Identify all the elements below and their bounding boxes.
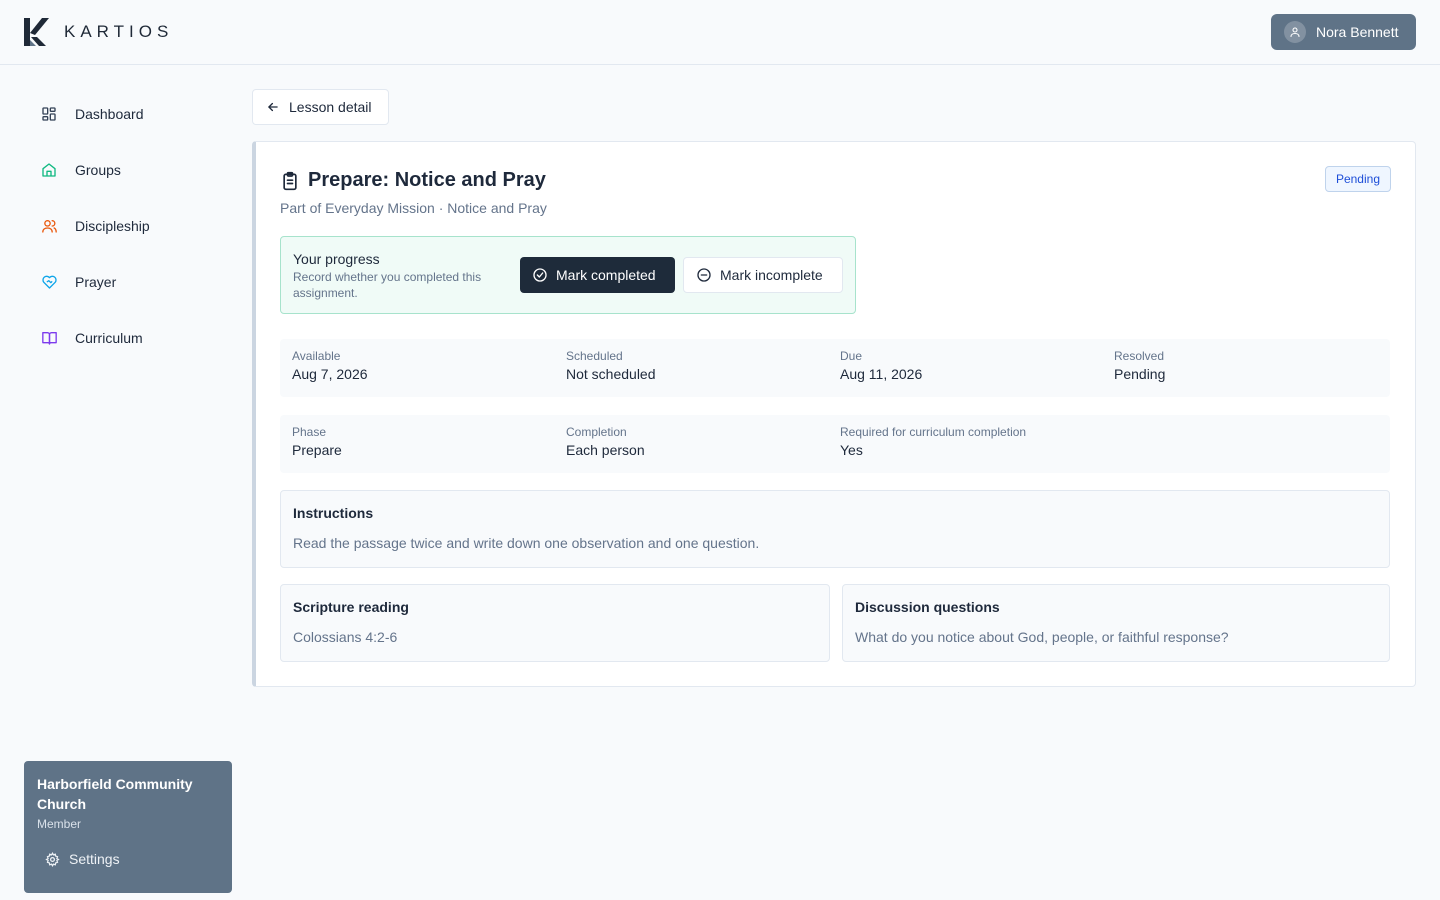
section-title: Discussion questions (855, 599, 1000, 615)
meta-label: Required for curriculum completion (840, 425, 1027, 439)
meta-value: Pending (1114, 366, 1166, 382)
meta-label: Scheduled (566, 349, 623, 363)
section-body: What do you notice about God, people, or… (855, 629, 1229, 645)
meta-value: Aug 7, 2026 (292, 366, 368, 382)
meta-value: Aug 11, 2026 (840, 366, 923, 382)
top-bar: KARTIOS Nora Bennett (0, 0, 1440, 65)
sidebar-item-label: Curriculum (75, 330, 143, 346)
settings-label: Settings (69, 851, 120, 867)
meta-resolved: Resolved Pending (1114, 349, 1165, 382)
status-badge: Pending (1324, 166, 1391, 192)
user-icon (1284, 21, 1306, 43)
settings-link[interactable]: Settings (45, 851, 120, 867)
meta-completion: Completion Each person (566, 425, 645, 458)
meta-label: Completion (566, 425, 627, 439)
kartios-logo[interactable]: KARTIOS (22, 15, 173, 49)
sidebar-item-dashboard[interactable]: Dashboard (24, 86, 232, 142)
kartios-logo-icon (24, 18, 49, 46)
sidebar-item-label: Discipleship (75, 218, 150, 234)
progress-description: Record whether you completed this assign… (293, 270, 482, 300)
sidebar-item-discipleship[interactable]: Discipleship (24, 198, 232, 254)
sidebar-item-groups[interactable]: Groups (24, 142, 232, 198)
sidebar-item-label: Prayer (75, 274, 117, 290)
meta-label: Available (292, 349, 341, 363)
meta-value: Yes (840, 442, 863, 458)
home-icon (40, 161, 58, 179)
dashboard-icon (40, 105, 58, 123)
section-body: Read the passage twice and write down on… (293, 535, 760, 551)
check-circle-icon (533, 268, 547, 282)
schedule-details: Available Aug 7, 2026 Scheduled Not sche… (280, 339, 1390, 397)
sidebar-item-curriculum[interactable]: Curriculum (24, 310, 232, 366)
users-icon (40, 217, 58, 235)
minus-circle-icon (697, 268, 711, 282)
sidebar-item-label: Groups (75, 162, 121, 178)
back-button-label: Lesson detail (289, 99, 372, 115)
back-to-lesson-button[interactable]: Lesson detail (252, 89, 389, 125)
meta-value: Prepare (292, 442, 342, 458)
mark-completed-label: Mark completed (556, 267, 656, 283)
meta-value: Not scheduled (566, 366, 656, 382)
mark-incomplete-label: Mark incomplete (720, 267, 823, 283)
sidebar-item-label: Dashboard (75, 106, 144, 122)
user-name: Nora Bennett (1316, 24, 1399, 40)
instructions-section: Instructions Read the passage twice and … (280, 490, 1390, 568)
assignment-details: Phase Prepare Completion Each person Req… (280, 415, 1390, 473)
meta-label: Due (840, 349, 863, 363)
assignment-card: Prepare: Notice and Pray Part of Everyda… (252, 141, 1416, 687)
logo-wordmark: KARTIOS (64, 22, 174, 41)
user-menu-button[interactable]: Nora Bennett (1271, 14, 1416, 50)
book-open-icon (40, 329, 58, 347)
sidebar-item-prayer[interactable]: Prayer (24, 254, 232, 310)
scripture-section: Scripture reading Colossians 4:2-6 (280, 584, 830, 662)
progress-panel: Your progress Record whether you complet… (280, 236, 856, 314)
section-title: Instructions (293, 505, 374, 521)
page-title: Prepare: Notice and Pray (308, 169, 546, 191)
meta-scheduled: Scheduled Not scheduled (566, 349, 656, 382)
organization-role: Member (37, 817, 82, 831)
progress-title: Your progress (293, 251, 380, 267)
assignment-subtitle: Part of Everyday Mission · Notice and Pr… (280, 200, 547, 216)
sidebar-nav: Dashboard Groups Discipleship Prayer Cur… (24, 86, 232, 366)
meta-label: Phase (292, 425, 327, 439)
meta-value: Each person (566, 442, 645, 458)
discussion-section: Discussion questions What do you notice … (842, 584, 1390, 662)
gear-icon (45, 851, 60, 867)
meta-phase: Phase Prepare (292, 425, 342, 458)
assignment-title-row: Prepare: Notice and Pray (280, 169, 546, 192)
organization-card: Harborfield Community Church Member Sett… (24, 761, 232, 893)
meta-required: Required for curriculum completion Yes (840, 425, 1026, 458)
meta-label: Resolved (1114, 349, 1165, 363)
organization-name: Harborfield Community Church (37, 776, 193, 812)
meta-due: Due Aug 11, 2026 (840, 349, 922, 382)
heart-handshake-icon (40, 273, 58, 291)
mark-incomplete-button[interactable]: Mark incomplete (683, 257, 843, 293)
section-title: Scripture reading (293, 599, 409, 615)
meta-available: Available Aug 7, 2026 (292, 349, 368, 382)
arrow-left-icon (268, 102, 278, 112)
mark-completed-button[interactable]: Mark completed (520, 257, 675, 293)
clipboard-icon (283, 171, 297, 190)
section-body: Colossians 4:2-6 (293, 629, 398, 645)
